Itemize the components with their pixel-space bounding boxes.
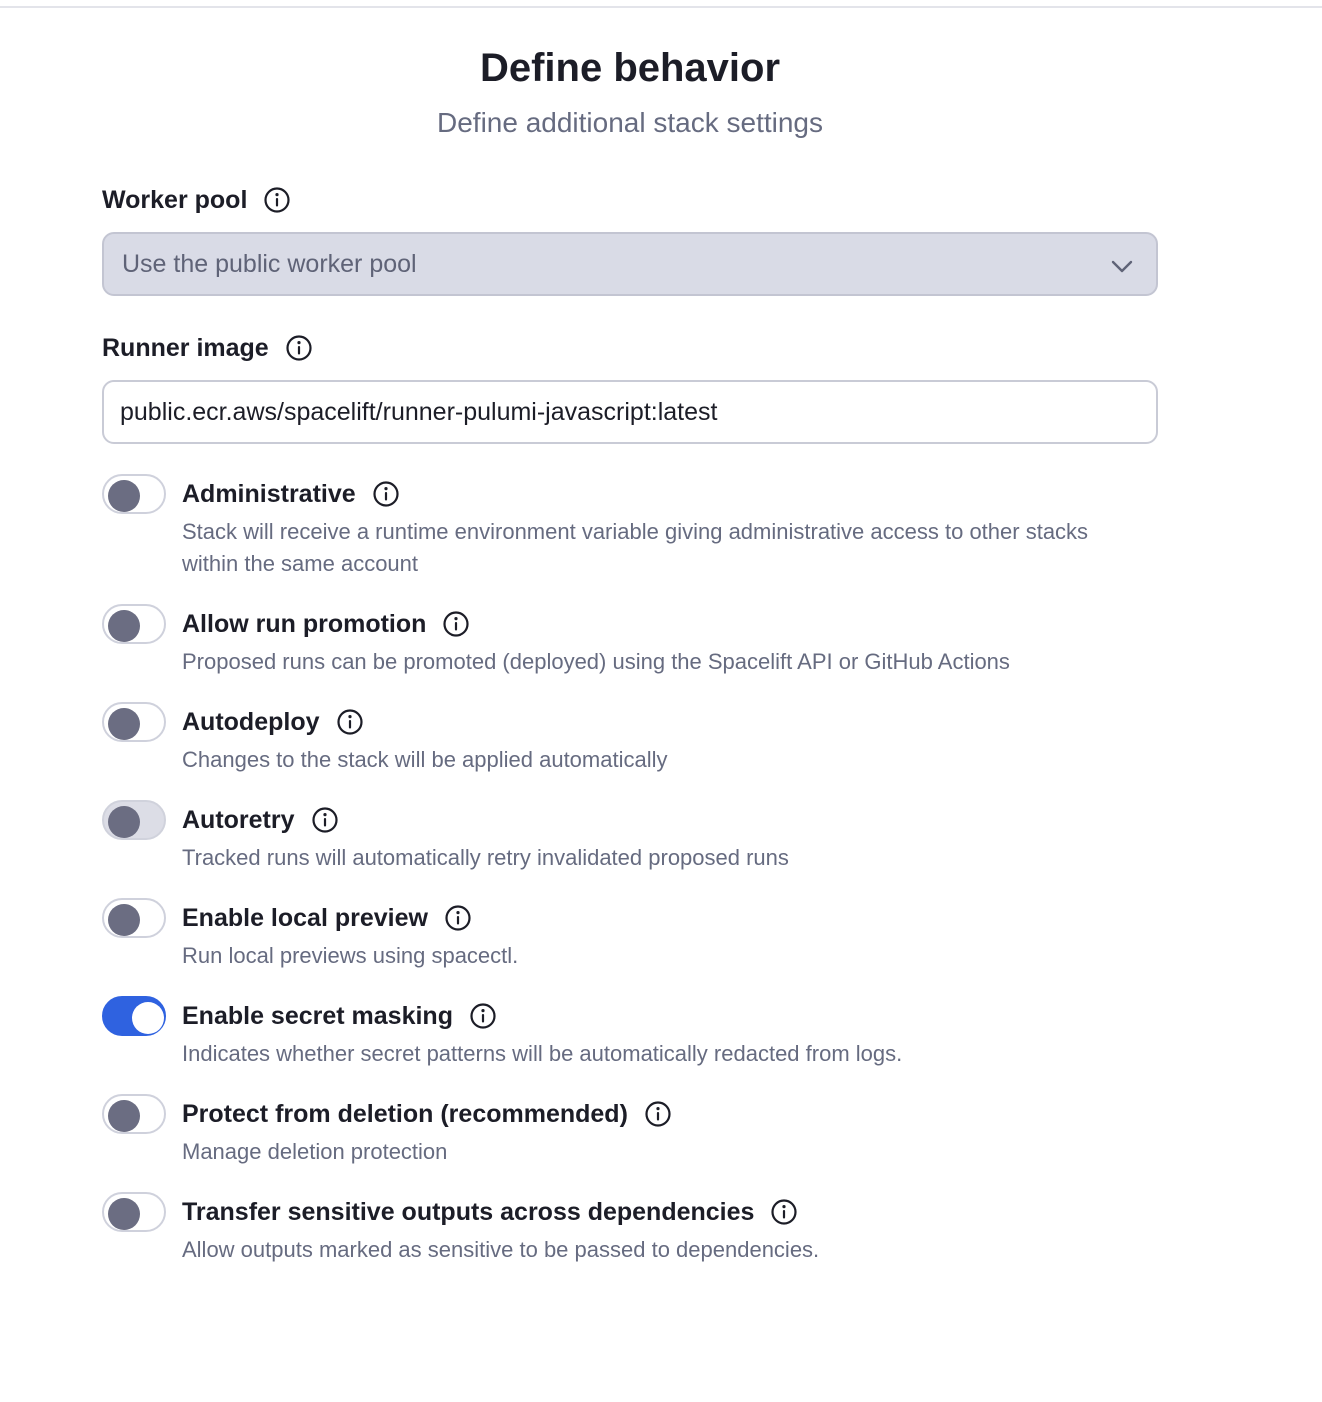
info-icon[interactable]: [263, 186, 291, 214]
toggle-row-allow-run-promotion: Allow run promotion Proposed runs can be…: [102, 604, 1158, 678]
toggle-row-protect-from-deletion: Protect from deletion (recommended) Mana…: [102, 1094, 1158, 1168]
toggle-knob: [108, 708, 140, 740]
enable-local-preview-toggle[interactable]: [102, 898, 166, 938]
transfer-sensitive-outputs-toggle[interactable]: [102, 1192, 166, 1232]
toggle-title: Enable local preview: [182, 903, 428, 932]
toggle-knob: [132, 1002, 164, 1034]
toggle-row-enable-local-preview: Enable local preview Run local previews …: [102, 898, 1158, 972]
info-icon[interactable]: [372, 480, 400, 508]
toggle-description: Run local previews using spacectl.: [182, 943, 519, 968]
toggle-knob: [108, 806, 140, 838]
enable-secret-masking-toggle[interactable]: [102, 996, 166, 1036]
toggle-title: Administrative: [182, 479, 356, 508]
page-title: Define behavior: [479, 46, 781, 90]
allow-run-promotion-toggle[interactable]: [102, 604, 166, 644]
info-icon[interactable]: [285, 334, 313, 362]
info-icon[interactable]: [644, 1100, 672, 1128]
behavior-form: Worker pool Use the public worker pool R…: [102, 180, 1158, 1290]
page-subtitle: Define additional stack settings: [437, 107, 823, 138]
toggle-row-transfer-sensitive-outputs: Transfer sensitive outputs across depend…: [102, 1192, 1158, 1266]
toggle-knob: [108, 480, 140, 512]
toggle-description: Stack will receive a runtime environment…: [182, 519, 1089, 576]
toggle-title: Enable secret masking: [182, 1001, 453, 1030]
toggle-description: Tracked runs will automatically retry in…: [182, 845, 789, 870]
worker-pool-value: Use the public worker pool: [122, 249, 417, 278]
toggle-description: Changes to the stack will be applied aut…: [182, 747, 668, 772]
top-divider: [0, 6, 1322, 8]
worker-pool-label: Worker pool: [102, 185, 248, 214]
toggle-description: Allow outputs marked as sensitive to be …: [182, 1237, 820, 1262]
info-icon[interactable]: [469, 1002, 497, 1030]
toggle-title: Autoretry: [182, 805, 295, 834]
toggle-title: Protect from deletion (recommended): [182, 1099, 628, 1128]
runner-image-label: Runner image: [102, 333, 269, 362]
toggle-row-administrative: Administrative Stack will receive a runt…: [102, 474, 1158, 580]
info-icon[interactable]: [311, 806, 339, 834]
page-header: Define behavior Define additional stack …: [0, 40, 1260, 148]
toggle-knob: [108, 1100, 140, 1132]
runner-image-label-row: Runner image: [102, 328, 1158, 368]
toggle-description: Proposed runs can be promoted (deployed)…: [182, 649, 1010, 674]
toggle-row-enable-secret-masking: Enable secret masking Indicates whether …: [102, 996, 1158, 1070]
toggle-list: Administrative Stack will receive a runt…: [102, 474, 1158, 1266]
toggle-knob: [108, 1198, 140, 1230]
toggle-title: Autodeploy: [182, 707, 320, 736]
worker-pool-select[interactable]: Use the public worker pool: [102, 232, 1158, 296]
info-icon[interactable]: [444, 904, 472, 932]
worker-pool-label-row: Worker pool: [102, 180, 1158, 220]
runner-image-input[interactable]: public.ecr.aws/spacelift/runner-pulumi-j…: [102, 380, 1158, 444]
toggle-title: Allow run promotion: [182, 609, 427, 638]
autodeploy-toggle[interactable]: [102, 702, 166, 742]
chevron-down-icon: [1108, 252, 1136, 287]
info-icon[interactable]: [442, 610, 470, 638]
toggle-row-autodeploy: Autodeploy Changes to the stack will be …: [102, 702, 1158, 776]
toggle-knob: [108, 610, 140, 642]
protect-from-deletion-toggle[interactable]: [102, 1094, 166, 1134]
runner-image-value: public.ecr.aws/spacelift/runner-pulumi-j…: [120, 397, 718, 426]
toggle-knob: [108, 904, 140, 936]
autoretry-toggle[interactable]: [102, 800, 166, 840]
toggle-title: Transfer sensitive outputs across depend…: [182, 1197, 755, 1226]
toggle-row-autoretry: Autoretry Tracked runs will automaticall…: [102, 800, 1158, 874]
info-icon[interactable]: [336, 708, 364, 736]
administrative-toggle[interactable]: [102, 474, 166, 514]
toggle-description: Manage deletion protection: [182, 1139, 448, 1164]
info-icon[interactable]: [770, 1198, 798, 1226]
toggle-description: Indicates whether secret patterns will b…: [182, 1041, 903, 1066]
